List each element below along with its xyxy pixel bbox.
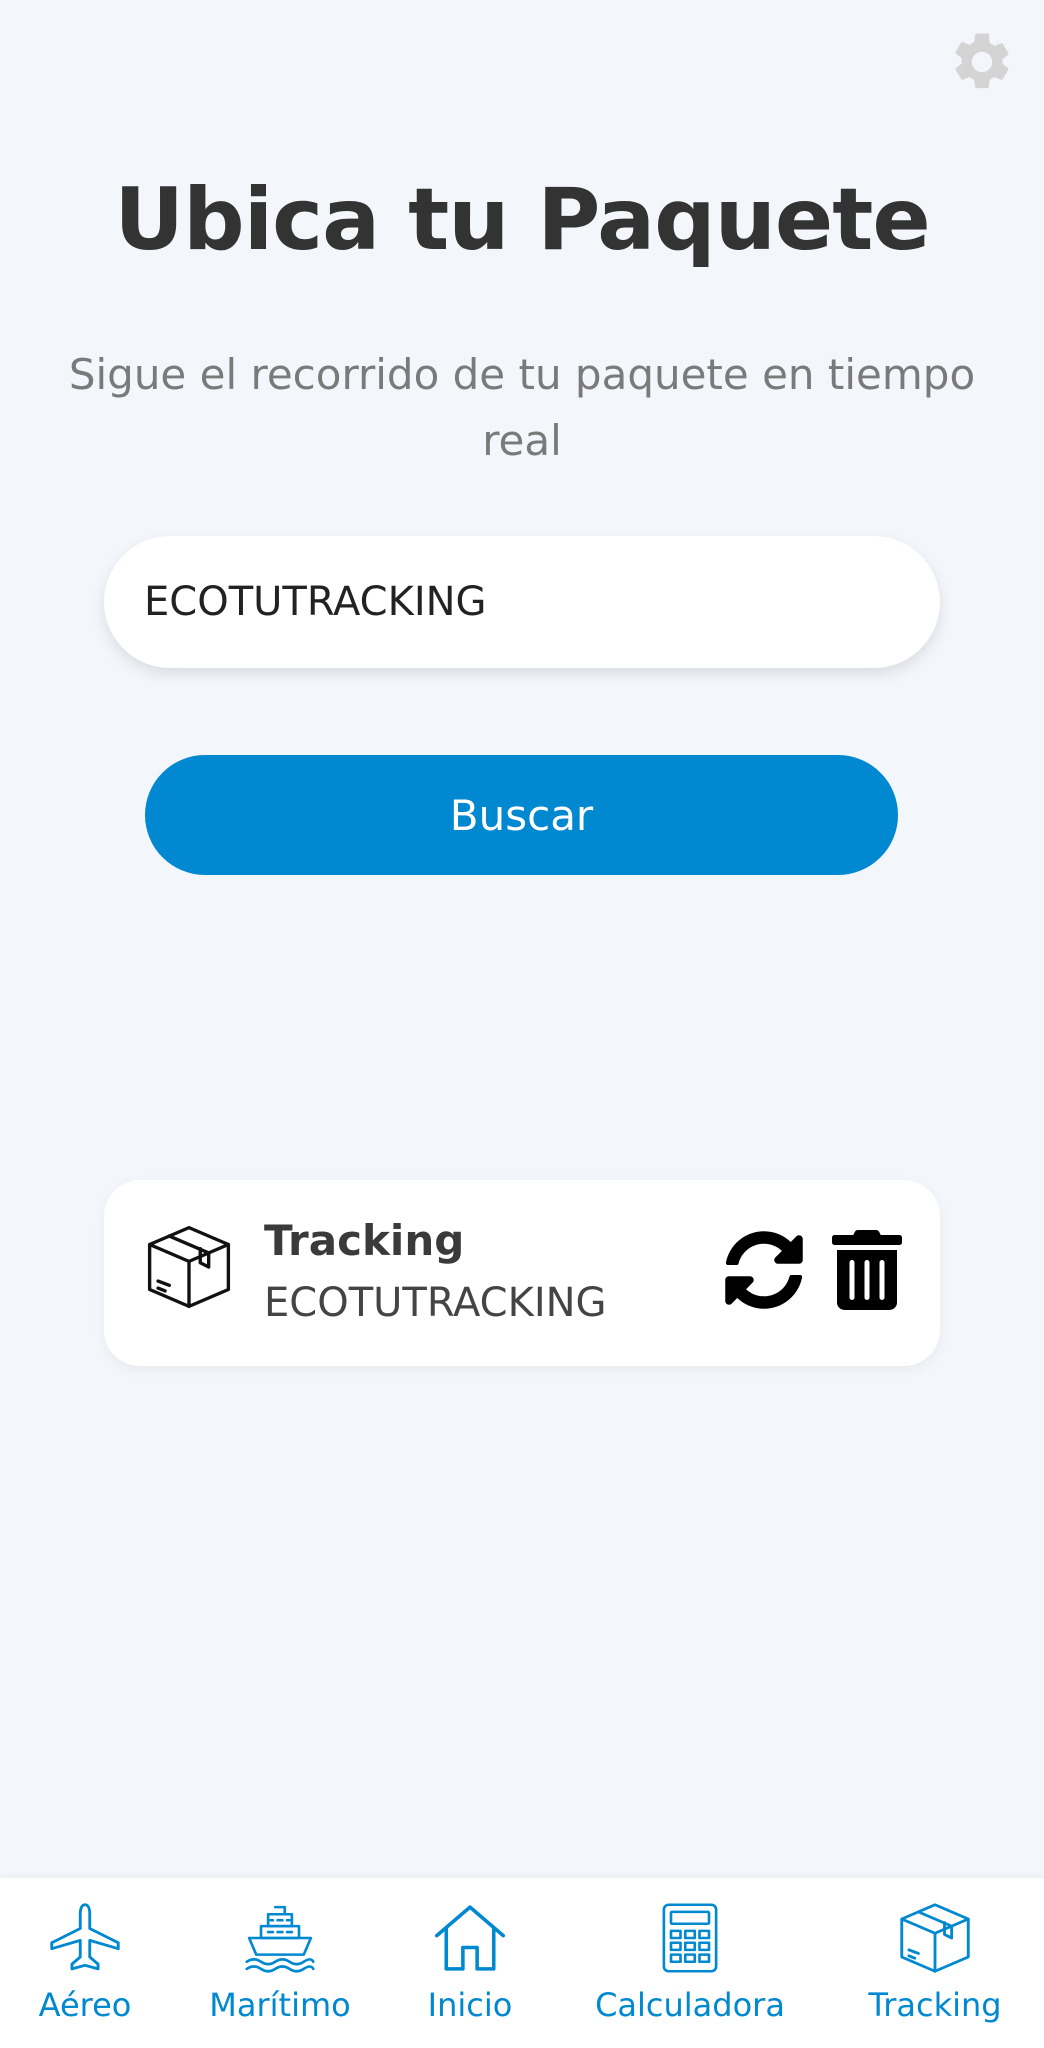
ship-icon (245, 1905, 315, 1973)
search-button[interactable]: Buscar (145, 755, 898, 875)
page-subtitle: Sigue el recorrido de tu paquete en tiem… (68, 350, 976, 465)
home-icon (434, 1905, 506, 1971)
settings-button[interactable] (944, 24, 1020, 100)
nav-item-inicio[interactable]: Inicio (410, 1878, 530, 2048)
package-box-icon (900, 1903, 970, 1973)
tracking-card[interactable]: Tracking ECOTUTRACKING (104, 1180, 940, 1366)
gear-icon (955, 33, 1009, 89)
nav-item-calculadora[interactable]: Calculadora (580, 1878, 800, 2048)
page-title: Ubica tu Paquete (114, 170, 930, 270)
calculator-icon (662, 1903, 718, 1973)
nav-label: Inicio (427, 1986, 513, 2024)
bottom-navigation: Aéreo Marítimo Inicio Calculadora Tracki… (0, 1878, 1044, 2048)
card-tracking-code: ECOTUTRACKING (264, 1280, 607, 1326)
nav-item-aereo[interactable]: Aéreo (10, 1878, 160, 2048)
nav-label: Calculadora (595, 1986, 785, 2024)
package-box-icon (147, 1225, 231, 1309)
refresh-icon[interactable] (724, 1230, 804, 1310)
nav-item-tracking[interactable]: Tracking (860, 1878, 1010, 2048)
airplane-icon (50, 1903, 120, 1971)
nav-label: Aéreo (38, 1986, 132, 2024)
tracking-screen: Ubica tu Paquete Sigue el recorrido de t… (0, 0, 1044, 2048)
card-title: Tracking (264, 1216, 465, 1265)
nav-label: Marítimo (209, 1986, 351, 2024)
tracking-number-input[interactable] (104, 536, 940, 668)
nav-label: Tracking (868, 1986, 1002, 2024)
nav-item-maritimo[interactable]: Marítimo (200, 1878, 360, 2048)
trash-icon[interactable] (832, 1228, 902, 1312)
